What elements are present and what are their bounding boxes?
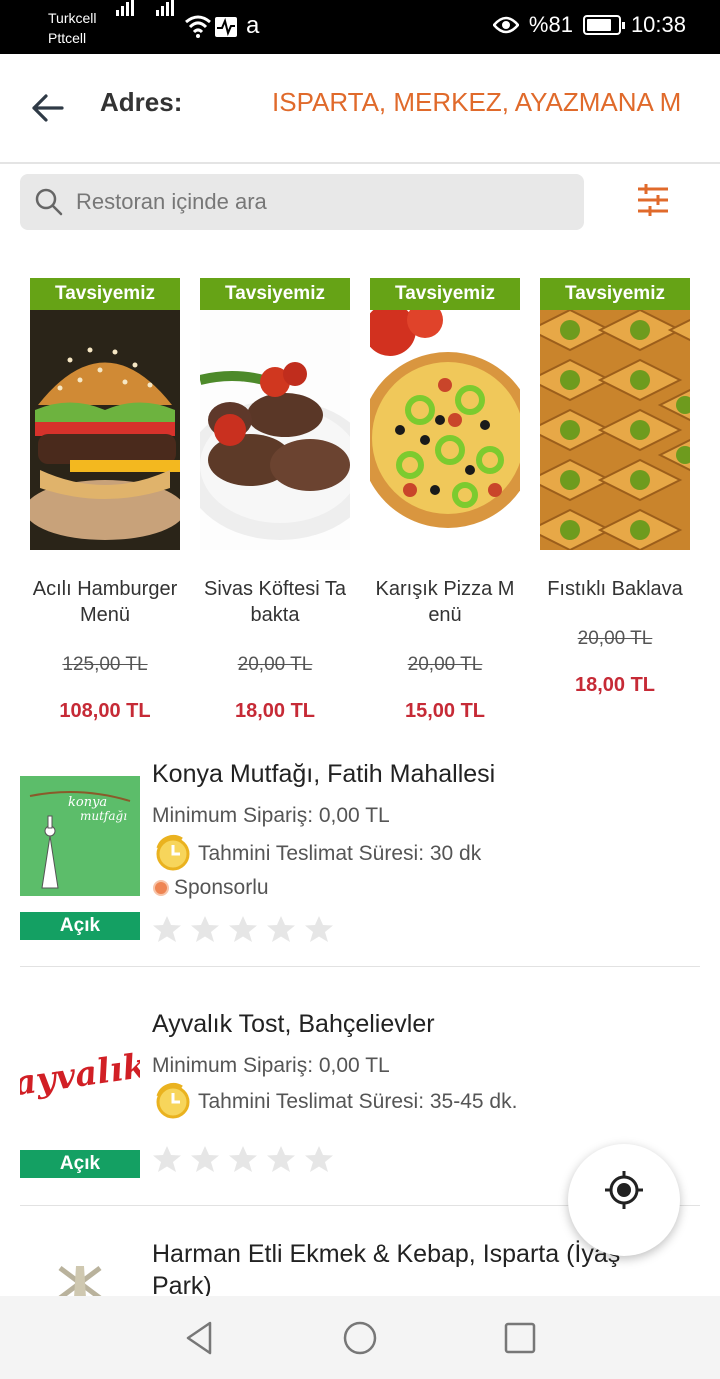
star-icon xyxy=(267,916,295,942)
star-icon xyxy=(229,1146,257,1172)
restaurant-logo: ayvalık xyxy=(20,1014,140,1134)
nav-back-button[interactable] xyxy=(180,1318,220,1358)
square-recents-icon xyxy=(504,1322,536,1354)
rating-stars xyxy=(152,914,334,944)
restaurant-name: Ayvalık Tost, Bahçelievler xyxy=(152,1010,435,1038)
hamburger-image xyxy=(30,310,180,550)
search-input[interactable] xyxy=(76,174,576,230)
restaurant-card[interactable]: konya mutfağı Açık Konya Mutfağı, Fatih … xyxy=(20,760,700,960)
carrier-2: Pttcell xyxy=(48,30,87,46)
triangle-back-icon xyxy=(186,1321,212,1355)
battery-percent: %81 xyxy=(528,12,573,37)
recommendation-card[interactable]: Tavsiyemiz Acılı Hamburger Menü 125,00 T… xyxy=(30,278,180,723)
crosshair-icon xyxy=(605,1171,643,1209)
star-icon xyxy=(153,916,181,942)
minimum-order: Minimum Sipariş: 0,00 TL xyxy=(152,804,390,827)
wifi-icon xyxy=(185,15,211,38)
logo-text: mutfağı xyxy=(80,809,127,823)
item-name: Sivas Köftesi Tabakta xyxy=(204,578,346,626)
star-icon xyxy=(305,916,333,942)
locate-button[interactable] xyxy=(568,1144,680,1256)
restaurant-logo: konya mutfağı xyxy=(20,776,140,896)
recommendation-card[interactable]: Tavsiyemiz Sivas Köftesi Tabakta 20,00 T… xyxy=(200,278,350,723)
recommend-badge: Tavsiyemiz xyxy=(540,278,690,310)
old-price: 125,00 TL xyxy=(62,654,148,675)
recommend-badge: Tavsiyemiz xyxy=(30,278,180,310)
kofte-image xyxy=(200,310,350,550)
price: 108,00 TL xyxy=(59,700,151,722)
activity-icon xyxy=(215,17,237,37)
circle-home-icon xyxy=(343,1321,377,1355)
clock: 10:38 xyxy=(630,12,686,37)
restaurant-name-line: Park) xyxy=(152,1272,212,1296)
status-badge: Açık xyxy=(20,912,140,940)
status-right: %81 10:38 xyxy=(492,12,686,38)
status-bar: Turkcell Pttcell a %81 10:38 xyxy=(0,0,720,54)
sponsored-text: Sponsorlu xyxy=(174,876,269,899)
star-icon xyxy=(267,1146,295,1172)
old-price: 20,00 TL xyxy=(237,654,313,675)
rating-stars xyxy=(152,1144,334,1174)
restaurant-name: Konya Mutfağı, Fatih Mahallesi xyxy=(152,760,496,788)
recommend-badge: Tavsiyemiz xyxy=(200,278,350,310)
delivery-time-text: Tahmini Teslimat Süresi: 35-45 dk. xyxy=(198,1090,518,1113)
arrow-left-icon xyxy=(32,94,64,122)
status-badge: Açık xyxy=(20,1150,140,1178)
system-nav-bar xyxy=(0,1296,720,1379)
sponsored-dot-icon xyxy=(153,880,169,896)
address-value[interactable]: ISPARTA, MERKEZ, AYAZMANA M xyxy=(272,87,692,118)
restaurant-name: Harman Etli Ekmek & Kebap, Isparta (İyaş… xyxy=(152,1238,620,1296)
notification-text: a xyxy=(246,12,260,39)
item-name: Karışık Pizza Menü xyxy=(375,578,515,626)
nav-home-button[interactable] xyxy=(340,1318,380,1358)
star-icon xyxy=(153,1146,181,1172)
restaurant-name-line: Harman Etli Ekmek & Kebap, Isparta (İyaş xyxy=(152,1240,621,1268)
search-bar xyxy=(20,174,584,230)
eye-icon xyxy=(492,16,519,34)
clock-icon xyxy=(156,834,190,871)
carrier-info: Turkcell Pttcell xyxy=(48,8,97,48)
delivery-time: Tahmini Teslimat Süresi: 35-45 dk. xyxy=(152,1082,517,1122)
logo-text: konya xyxy=(68,795,107,810)
old-price: 20,00 TL xyxy=(577,628,653,649)
price: 18,00 TL xyxy=(574,674,656,696)
recommendation-card[interactable]: Tavsiyemiz Fıstıklı Baklava 20,00 TL 18,… xyxy=(540,278,690,697)
filter-button[interactable] xyxy=(632,180,674,220)
star-icon xyxy=(191,916,219,942)
divider xyxy=(20,966,700,967)
header: Adres: ISPARTA, MERKEZ, AYAZMANA M xyxy=(0,54,720,164)
recommendation-card[interactable]: Tavsiyemiz Karışık Pizza Menü 20,00 TL 1… xyxy=(370,278,520,723)
minimum-order: Minimum Sipariş: 0,00 TL xyxy=(152,1054,390,1077)
price: 15,00 TL xyxy=(404,700,486,722)
clock-icon xyxy=(156,1082,190,1119)
carrier-1: Turkcell xyxy=(48,10,97,26)
sliders-icon xyxy=(638,184,668,216)
back-button[interactable] xyxy=(28,88,68,128)
pizza-image xyxy=(370,310,520,550)
address-label: Adres: xyxy=(100,87,183,117)
baklava-image xyxy=(540,310,690,550)
item-name: Acılı Hamburger Menü xyxy=(32,578,178,626)
battery-icon xyxy=(582,15,625,35)
battery-fill xyxy=(586,19,612,31)
item-name: Fıstıklı Baklava xyxy=(547,578,683,600)
price: 18,00 TL xyxy=(234,700,316,722)
restaurant-logo xyxy=(20,1258,140,1296)
delivery-time-text: Tahmini Teslimat Süresi: 30 dk xyxy=(198,842,482,865)
nav-recents-button[interactable] xyxy=(500,1318,540,1358)
recommend-badge: Tavsiyemiz xyxy=(370,278,520,310)
search-icon xyxy=(35,188,63,216)
star-icon xyxy=(229,916,257,942)
star-icon xyxy=(191,1146,219,1172)
delivery-time: Tahmini Teslimat Süresi: 30 dk xyxy=(152,834,481,874)
old-price: 20,00 TL xyxy=(407,654,483,675)
sponsored-label: Sponsorlu xyxy=(152,876,269,900)
star-icon xyxy=(305,1146,333,1172)
